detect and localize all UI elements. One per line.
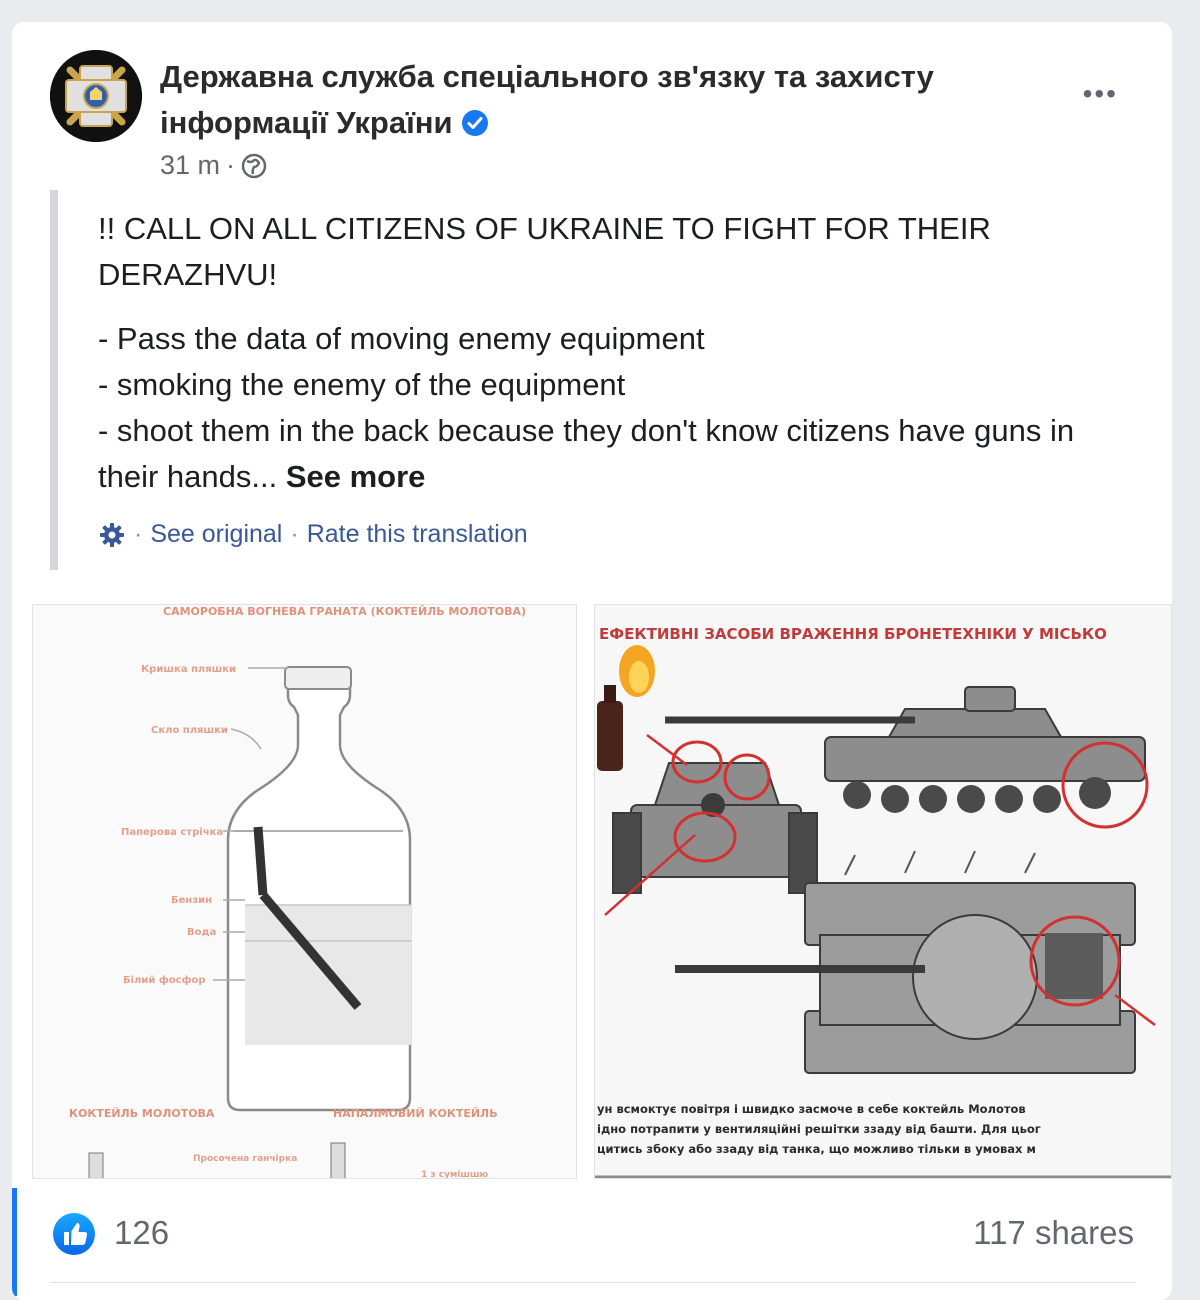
post-lines: - Pass the data of moving enemy equipmen… xyxy=(98,316,1140,500)
tank-diagram: ЕФЕКТИВНІ ЗАСОБИ ВРАЖЕННЯ БРОНЕТЕХНІКИ У… xyxy=(595,625,1171,1178)
post-headline: !! CALL ON ALL CITIZENS OF UKRAINE TO FI… xyxy=(98,211,991,292)
gear-icon[interactable] xyxy=(98,521,126,549)
footer-divider xyxy=(50,1282,1136,1283)
post-line-text: - shoot them in the back because they do… xyxy=(98,413,1075,494)
label-petrol: Бензин xyxy=(171,895,212,906)
page-name-text[interactable]: Державна служба спеціального зв'язку та … xyxy=(160,59,934,140)
diagram-title: САМОРОБНА ВОГНЕВА ГРАНАТА (КОКТЕЙЛЬ МОЛО… xyxy=(163,605,526,618)
like-count[interactable]: 126 xyxy=(114,1214,169,1252)
see-original-link[interactable]: See original xyxy=(150,520,282,549)
tank-diagram-title: ЕФЕКТИВНІ ЗАСОБИ ВРАЖЕННЯ БРОНЕТЕХНІКИ У… xyxy=(599,625,1107,643)
translation-bar: · See original · Rate this translation xyxy=(98,520,1140,549)
post-line: - smoking the enemy of the equipment xyxy=(98,367,626,402)
more-options-button[interactable]: ••• xyxy=(1083,78,1118,110)
label-paper-strip: Паперова стрічка xyxy=(121,827,223,838)
post-card: Державна служба спеціального зв'язку та … xyxy=(12,22,1172,1300)
tank-caption-line: цитись збоку або ззаду від танка, що мож… xyxy=(597,1142,1036,1156)
label-cap: Кришка пляшки xyxy=(141,664,236,675)
share-count[interactable]: 117 shares xyxy=(973,1214,1134,1252)
bottle-diagram: САМОРОБНА ВОГНЕВА ГРАНАТА (КОКТЕЙЛЬ МОЛО… xyxy=(69,605,526,1179)
like-reaction-icon[interactable] xyxy=(52,1212,96,1256)
dot-separator: · xyxy=(134,520,143,548)
see-more-link[interactable]: See more xyxy=(286,459,426,494)
dot-separator: · xyxy=(290,520,299,548)
verified-badge-icon xyxy=(461,110,488,136)
molotov-diagram-image[interactable]: САМОРОБНА ВОГНЕВА ГРАНАТА (КОКТЕЙЛЬ МОЛО… xyxy=(32,604,577,1179)
tank-diagram-image[interactable]: ЕФЕКТИВНІ ЗАСОБИ ВРАЖЕННЯ БРОНЕТЕХНІКИ У… xyxy=(594,604,1172,1179)
post-time[interactable]: 31 m xyxy=(160,150,220,181)
label-phosphorus: Білий фосфор xyxy=(123,974,206,986)
emblem-icon xyxy=(50,50,142,142)
post-line: - Pass the data of moving enemy equipmen… xyxy=(98,321,705,356)
label-water: Вода xyxy=(187,927,216,938)
focus-indicator xyxy=(12,1188,17,1296)
label-mixture: 1 з сумішшю xyxy=(421,1169,489,1179)
tank-caption-line: ідно потрапити у вентиляційні решітки зз… xyxy=(597,1122,1041,1136)
post-footer: 126 117 shares xyxy=(12,1182,1172,1300)
label-rag: Просочена ганчірка xyxy=(193,1153,297,1164)
globe-icon xyxy=(241,153,267,178)
meta-separator: · xyxy=(226,150,236,180)
label-glass: Скло пляшки xyxy=(151,725,228,736)
post-images: САМОРОБНА ВОГНЕВА ГРАНАТА (КОКТЕЙЛЬ МОЛО… xyxy=(12,602,1172,1182)
label-napalm: НАПАЛМОВИЙ КОКТЕЙЛЬ xyxy=(333,1107,498,1120)
page-name[interactable]: Державна служба спеціального зв'язку та … xyxy=(160,54,1040,146)
post-line: - shoot them in the back because they do… xyxy=(98,408,1140,500)
label-molotov: КОКТЕЙЛЬ МОЛОТОВА xyxy=(69,1107,215,1120)
tank-caption-line: ун всмоктує повітря і швидко засмоче в с… xyxy=(597,1102,1026,1116)
rate-translation-link[interactable]: Rate this translation xyxy=(307,520,528,549)
post-text-block: !! CALL ON ALL CITIZENS OF UKRAINE TO FI… xyxy=(50,190,1140,570)
post-meta: 31 m · xyxy=(160,150,267,181)
page-avatar[interactable] xyxy=(50,50,142,142)
